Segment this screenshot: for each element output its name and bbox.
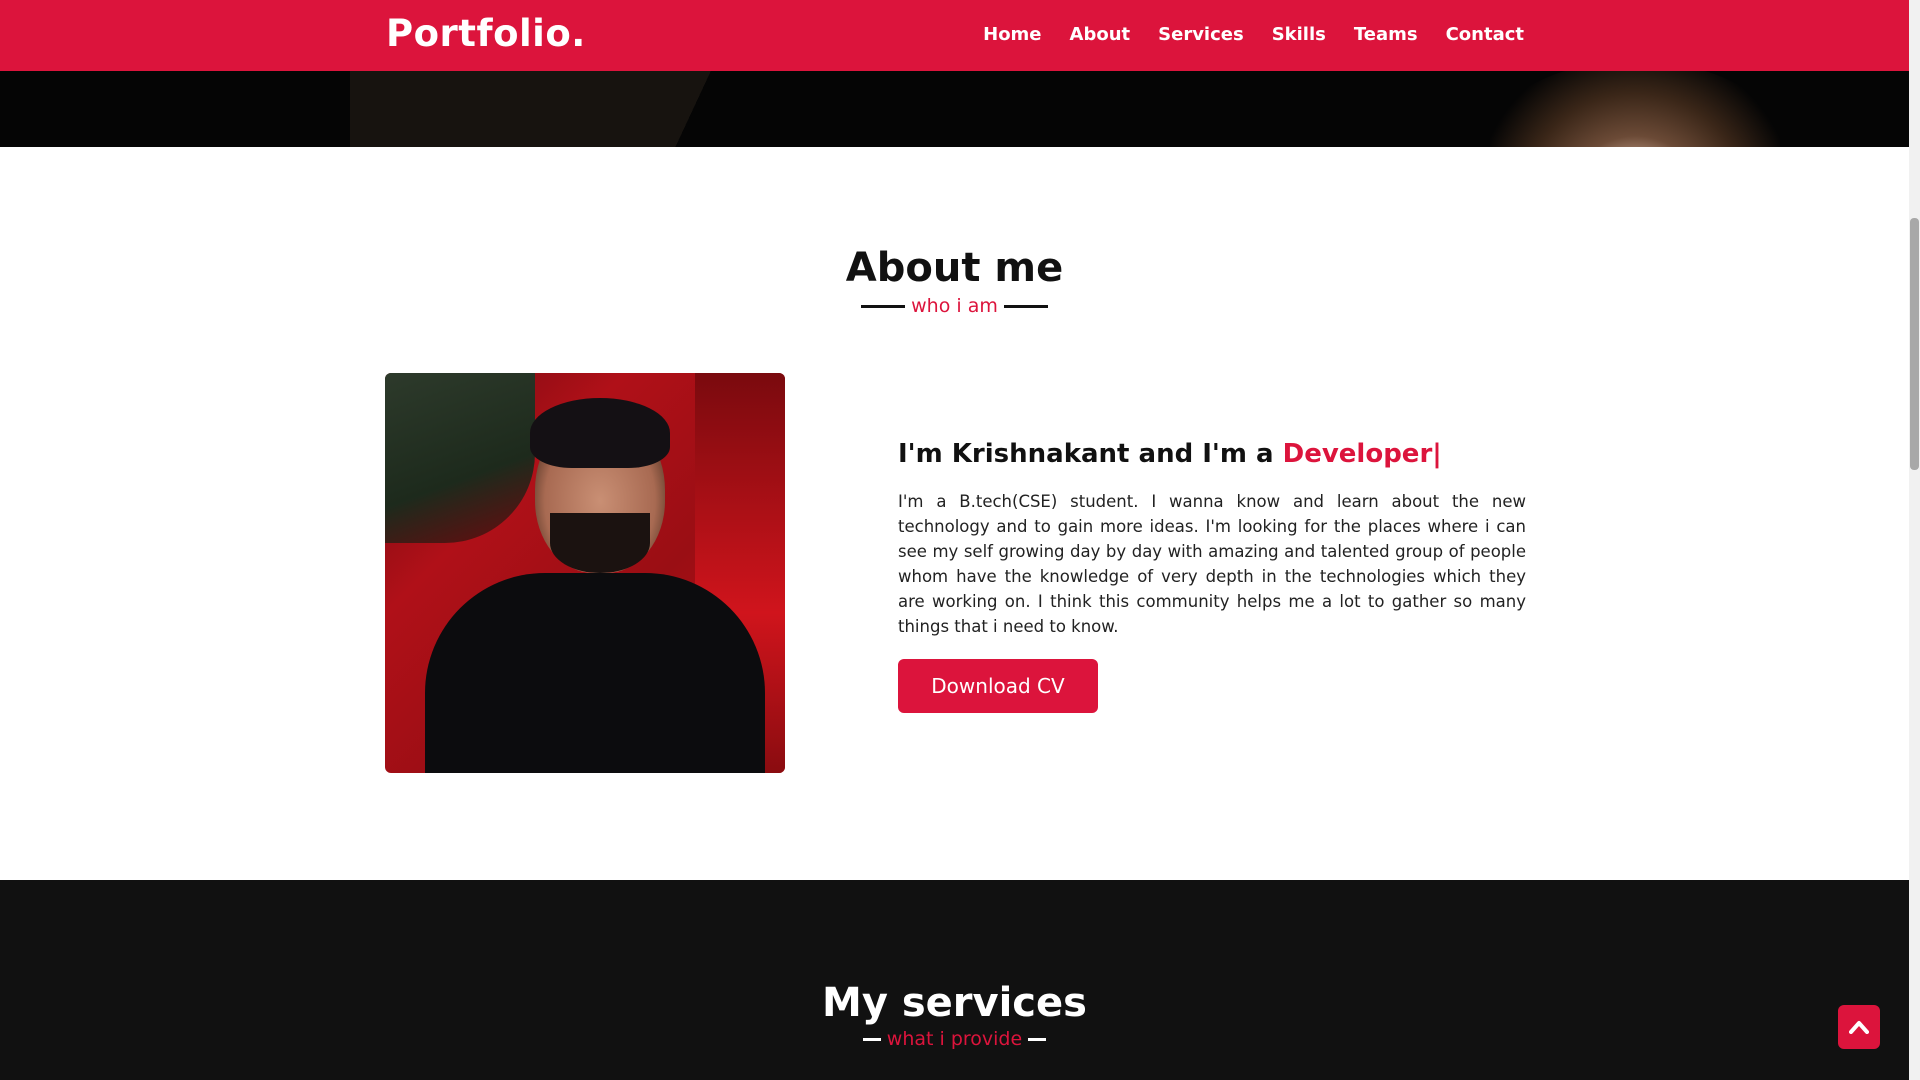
photo-subject-beard — [550, 513, 650, 573]
subtitle-divider-right — [1003, 304, 1048, 308]
about-subtitle-row: who i am — [0, 295, 1909, 317]
scrollbar-thumb[interactable] — [1910, 218, 1919, 470]
about-title: About me — [845, 245, 1064, 291]
services-section: My services what i provide — [0, 880, 1909, 1080]
about-subtitle: who i am — [911, 295, 998, 317]
brand-logo[interactable]: Portfolio. — [386, 12, 586, 55]
about-bio: I'm a B.tech(CSE) student. I wanna know … — [898, 492, 1526, 636]
profile-photo — [385, 373, 785, 773]
nav-item-about[interactable]: About — [1070, 24, 1131, 45]
hero-diagonal-stripe — [350, 71, 830, 147]
download-cv-button[interactable]: Download CV — [898, 659, 1098, 713]
nav-item-skills[interactable]: Skills — [1272, 24, 1326, 45]
chevron-up-icon — [1849, 1021, 1869, 1034]
hero-banner-bottom — [0, 71, 1909, 147]
intro-prefix: I'm Krishnakant and I'm a — [898, 439, 1283, 469]
navbar: Portfolio. Home About Services Skills Te… — [0, 0, 1909, 71]
intro-role-typed: Developer| — [1282, 439, 1442, 469]
hero-portrait-image — [1490, 71, 1780, 147]
about-section: About me who i am I'm Krishnakant and I'… — [0, 147, 1909, 880]
page-scrollbar[interactable] — [1909, 0, 1920, 1080]
services-title: My services — [822, 980, 1087, 1026]
subtitle-divider-right — [1028, 1037, 1047, 1041]
nav-item-teams[interactable]: Teams — [1354, 24, 1418, 45]
nav-item-services[interactable]: Services — [1158, 24, 1244, 45]
photo-background-person — [385, 373, 535, 543]
nav-item-home[interactable]: Home — [983, 24, 1041, 45]
subtitle-divider-left — [861, 304, 906, 308]
intro-heading: I'm Krishnakant and I'm a Developer| — [898, 439, 1442, 469]
back-to-top-button[interactable] — [1838, 1005, 1880, 1049]
nav-item-contact[interactable]: Contact — [1446, 24, 1524, 45]
subtitle-divider-left — [862, 1037, 881, 1041]
nav-menu: Home About Services Skills Teams Contact — [983, 24, 1524, 45]
photo-subject-body — [425, 573, 765, 773]
services-subtitle-row: what i provide — [0, 1028, 1909, 1050]
photo-subject-hair — [530, 398, 670, 468]
services-subtitle: what i provide — [886, 1028, 1023, 1050]
